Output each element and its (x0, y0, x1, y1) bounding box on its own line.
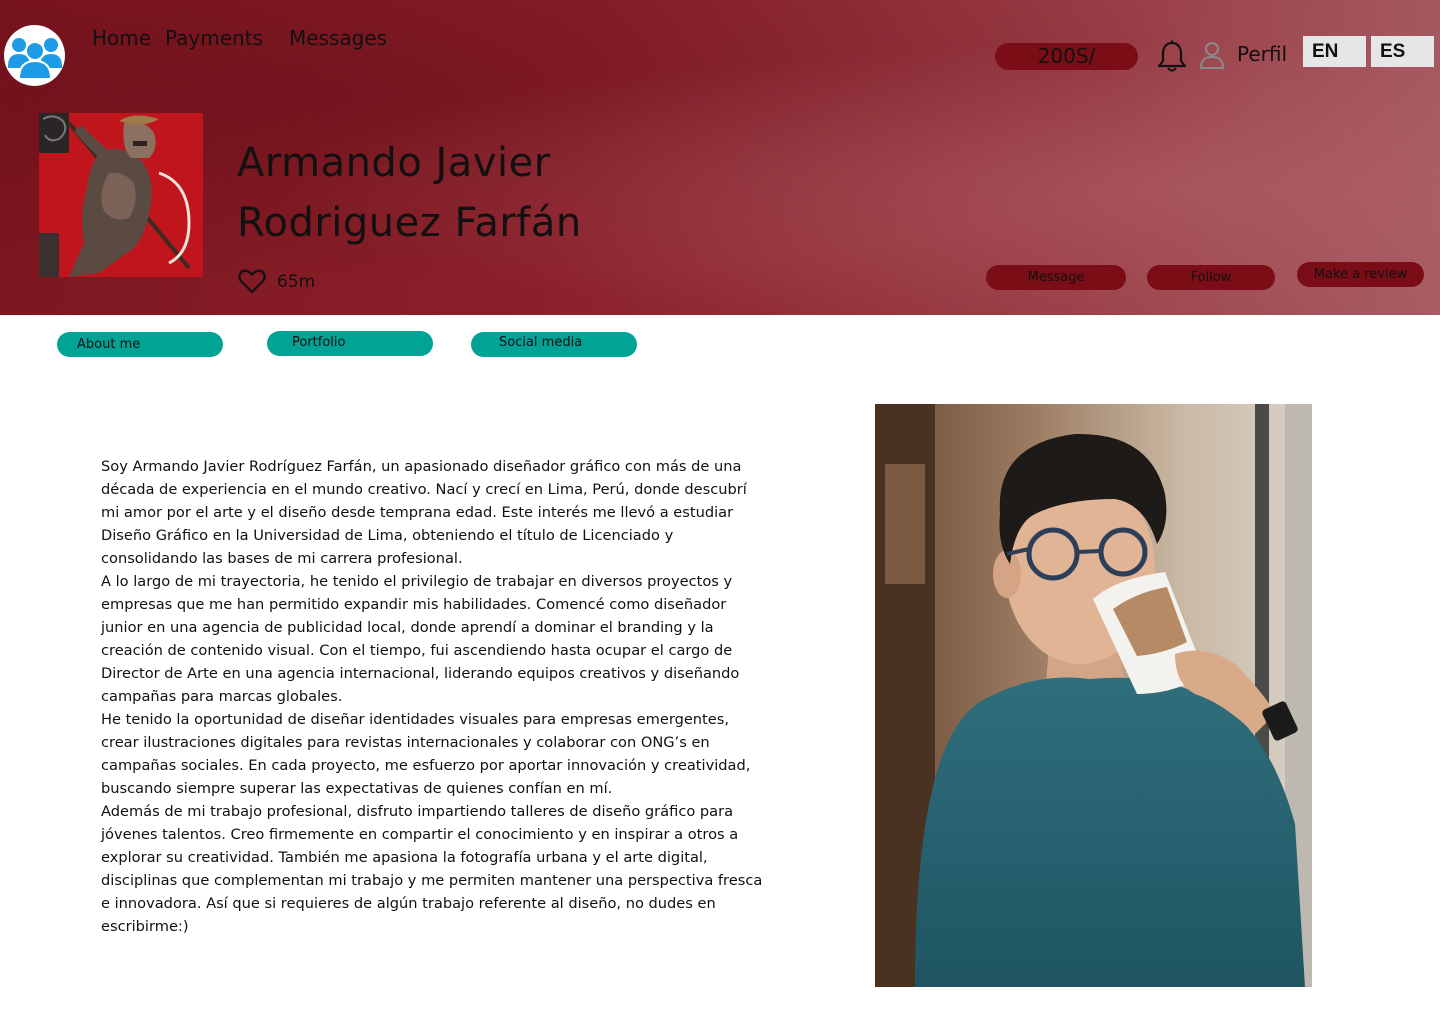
tab-social-media[interactable]: Social media (471, 332, 637, 357)
profile-photo (875, 404, 1312, 987)
nav-messages[interactable]: Messages (289, 26, 387, 50)
tab-about-me[interactable]: About me (57, 332, 223, 357)
app-logo[interactable] (4, 25, 65, 86)
make-review-button[interactable]: Make a review (1297, 262, 1424, 287)
bio-paragraph: He tenido la oportunidad de diseñar iden… (101, 711, 751, 797)
profile-name-line-1: Armando Javier (237, 140, 551, 186)
follow-button[interactable]: Follow (1147, 265, 1275, 290)
lang-en-button[interactable]: EN (1303, 36, 1366, 67)
nav-home[interactable]: Home (92, 26, 151, 50)
tab-portfolio[interactable]: Portfolio (267, 331, 433, 356)
bio-paragraph: Soy Armando Javier Rodríguez Farfán, un … (101, 458, 747, 567)
bell-icon[interactable] (1157, 40, 1187, 73)
bio-paragraph: A lo largo de mi trayectoria, he tenido … (101, 573, 740, 705)
user-icon[interactable] (1199, 41, 1225, 69)
lang-es-button[interactable]: ES (1371, 36, 1434, 67)
nav-payments[interactable]: Payments (165, 26, 263, 50)
people-group-icon (7, 37, 62, 80)
balance-pill[interactable]: 200S/ (995, 43, 1138, 70)
heart-icon[interactable] (238, 268, 266, 294)
profile-avatar (39, 113, 203, 277)
profile-link[interactable]: Perfil (1237, 42, 1287, 66)
profile-name-line-2: Rodriguez Farfán (237, 200, 582, 246)
about-me-text: Soy Armando Javier Rodríguez Farfán, un … (101, 455, 766, 938)
likes-count: 65m (277, 272, 316, 292)
bio-paragraph: Además de mi trabajo profesional, disfru… (101, 803, 763, 935)
message-button[interactable]: Message (986, 265, 1126, 290)
